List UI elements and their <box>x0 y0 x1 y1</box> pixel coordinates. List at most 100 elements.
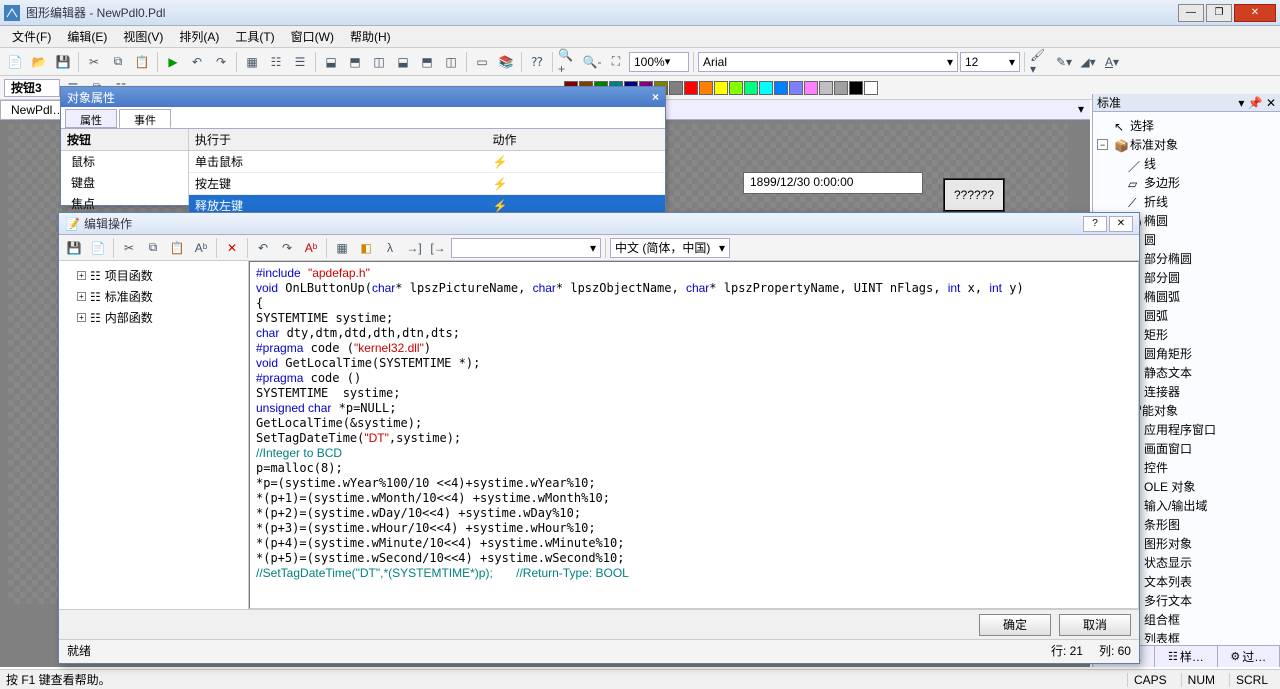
color-swatch[interactable] <box>759 81 773 95</box>
align-top-icon[interactable]: ⬓ <box>392 51 414 73</box>
color-swatch[interactable] <box>774 81 788 95</box>
menu-arrange[interactable]: 排列(A) <box>171 26 227 47</box>
ed-delete-icon[interactable]: ✕ <box>221 237 243 259</box>
bg-color-icon[interactable]: ◢▾ <box>1077 51 1099 73</box>
save-icon[interactable]: 💾 <box>52 51 74 73</box>
font-select[interactable]: Arial▾ <box>698 52 958 72</box>
tree-item[interactable]: ▱多边形 <box>1095 173 1278 192</box>
code-editor[interactable]: #include "apdefap.h" void OnLButtonUp(ch… <box>249 261 1139 609</box>
color-swatch[interactable] <box>834 81 848 95</box>
ed-export-icon[interactable]: [→ <box>427 237 449 259</box>
zoom-select[interactable]: 100% ▾ <box>629 52 689 72</box>
ed-import-icon[interactable]: →] <box>403 237 425 259</box>
maximize-button[interactable]: ❐ <box>1206 4 1232 22</box>
color-swatch[interactable] <box>804 81 818 95</box>
ed-undo-icon[interactable]: ↶ <box>252 237 274 259</box>
new-icon[interactable]: 📄 <box>4 51 26 73</box>
props-icon[interactable]: ☷ <box>265 51 287 73</box>
align-left-icon[interactable]: ⬓ <box>320 51 342 73</box>
color-swatch[interactable] <box>699 81 713 95</box>
layers-icon[interactable]: ☰ <box>289 51 311 73</box>
color-swatch[interactable] <box>669 81 683 95</box>
ed-find-icon[interactable]: Aᵇ <box>300 237 322 259</box>
color-swatch[interactable] <box>744 81 758 95</box>
menu-edit[interactable]: 编辑(E) <box>59 26 115 47</box>
text-color-icon[interactable]: A▾ <box>1101 51 1123 73</box>
ed-language-select[interactable]: 中文 (简体，中国)▾ <box>610 238 730 258</box>
fill-color-icon[interactable]: 🖌▾ <box>1029 51 1051 73</box>
minimize-button[interactable]: — <box>1178 4 1204 22</box>
tab-dropdown-icon[interactable]: ▾ <box>1072 100 1090 119</box>
ed-format-icon[interactable]: Aᵇ <box>190 237 212 259</box>
ed-new-icon[interactable]: 📄 <box>87 237 109 259</box>
menu-tools[interactable]: 工具(T) <box>227 26 282 47</box>
color-swatch[interactable] <box>789 81 803 95</box>
undo-icon[interactable]: ↶ <box>186 51 208 73</box>
whatsthis-icon[interactable]: ⁇ <box>526 51 548 73</box>
properties-close-icon[interactable]: × <box>652 90 659 104</box>
tree-standard-fns[interactable]: +☷ 标准函数 <box>63 286 244 307</box>
canvas-button-object[interactable]: ?????? <box>943 178 1005 212</box>
fontsize-select[interactable]: 12▾ <box>960 52 1020 72</box>
editor-close-button[interactable]: ✕ <box>1109 216 1133 232</box>
open-icon[interactable]: 📂 <box>28 51 50 73</box>
tree-item[interactable]: −📦标准对象 <box>1095 135 1278 154</box>
ed-paste-icon[interactable]: 📋 <box>166 237 188 259</box>
grid-icon[interactable]: ▦ <box>241 51 263 73</box>
cancel-button[interactable]: 取消 <box>1059 614 1131 636</box>
prop-item-focus[interactable]: 焦点 <box>61 193 188 214</box>
prop-item-mouse[interactable]: 鼠标 <box>61 151 188 172</box>
ed-save-icon[interactable]: 💾 <box>63 237 85 259</box>
tree-item[interactable]: ↖选择 <box>1095 116 1278 135</box>
tab-attributes[interactable]: 属性 <box>65 109 117 128</box>
color-swatch[interactable] <box>819 81 833 95</box>
tree-project-fns[interactable]: +☷ 项目函数 <box>63 265 244 286</box>
canvas-datetime-field[interactable]: 1899/12/30 0:00:00 <box>743 172 923 194</box>
run-icon[interactable]: ▶ <box>162 51 184 73</box>
window-icon[interactable]: ▭ <box>471 51 493 73</box>
redo-icon[interactable]: ↷ <box>210 51 232 73</box>
ed-redo-icon[interactable]: ↷ <box>276 237 298 259</box>
tree-internal-fns[interactable]: +☷ 内部函数 <box>63 307 244 328</box>
object-name-field[interactable]: 按钮3 <box>4 79 60 97</box>
zoom-fit-icon[interactable]: ⛶ <box>605 51 627 73</box>
color-swatch[interactable] <box>729 81 743 95</box>
line-color-icon[interactable]: ✎▾ <box>1053 51 1075 73</box>
ed-cube-icon[interactable]: ◧ <box>355 237 377 259</box>
help-button[interactable]: ? <box>1083 216 1107 232</box>
ok-button[interactable]: 确定 <box>979 614 1051 636</box>
menu-file[interactable]: 文件(F) <box>4 26 59 47</box>
ed-cut-icon[interactable]: ✂ <box>118 237 140 259</box>
align-bottom-icon[interactable]: ◫ <box>440 51 462 73</box>
tree-item[interactable]: ⟋折线 <box>1095 192 1278 211</box>
color-swatch[interactable] <box>864 81 878 95</box>
zoom-in-icon[interactable]: 🔍+ <box>557 51 579 73</box>
event-row[interactable]: 按左键⚡ <box>189 173 665 195</box>
copy-icon[interactable]: ⧉ <box>107 51 129 73</box>
pin-icon[interactable]: ▾ 📌 ✕ <box>1238 96 1276 110</box>
align-middle-icon[interactable]: ⬒ <box>416 51 438 73</box>
paste-icon[interactable]: 📋 <box>131 51 153 73</box>
cut-icon[interactable]: ✂ <box>83 51 105 73</box>
menu-help[interactable]: 帮助(H) <box>342 26 399 47</box>
ed-lambda-icon[interactable]: λ <box>379 237 401 259</box>
ed-tag-select[interactable]: ▾ <box>451 238 601 258</box>
align-right-icon[interactable]: ◫ <box>368 51 390 73</box>
close-button[interactable]: ✕ <box>1234 4 1276 22</box>
rp-tab-process[interactable]: ⚙ 过… <box>1218 646 1280 667</box>
ed-compile-icon[interactable]: ▦ <box>331 237 353 259</box>
menu-view[interactable]: 视图(V) <box>115 26 171 47</box>
event-row[interactable]: 单击鼠标⚡ <box>189 151 665 173</box>
lib-icon[interactable]: 📚 <box>495 51 517 73</box>
prop-item-keyboard[interactable]: 键盘 <box>61 172 188 193</box>
color-swatch[interactable] <box>849 81 863 95</box>
color-swatch[interactable] <box>714 81 728 95</box>
tab-events[interactable]: 事件 <box>119 109 171 128</box>
align-center-icon[interactable]: ⬒ <box>344 51 366 73</box>
tree-item[interactable]: ／线 <box>1095 154 1278 173</box>
menu-window[interactable]: 窗口(W) <box>283 26 342 47</box>
ed-copy-icon[interactable]: ⧉ <box>142 237 164 259</box>
rp-tab-styles[interactable]: ☷ 样… <box>1155 646 1217 667</box>
color-swatch[interactable] <box>684 81 698 95</box>
zoom-out-icon[interactable]: 🔍- <box>581 51 603 73</box>
